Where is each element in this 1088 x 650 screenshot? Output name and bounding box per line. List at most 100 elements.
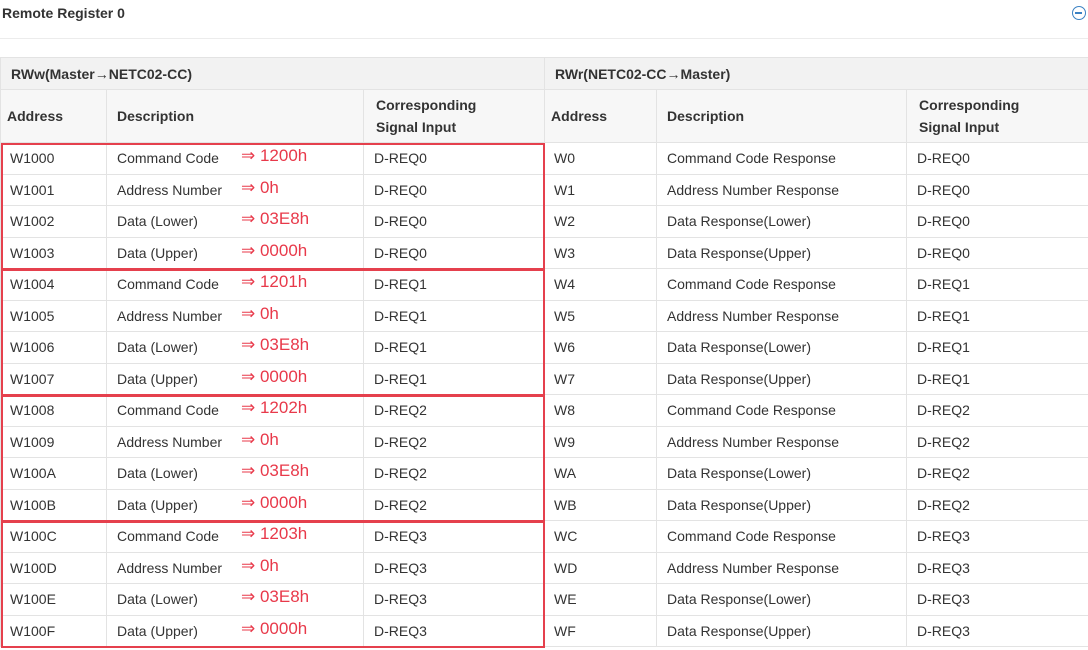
rww-signal-cell: D-REQ1 bbox=[362, 362, 546, 395]
rww-address-cell: W1008 bbox=[0, 394, 107, 427]
rwr-address-cell: W8 bbox=[544, 394, 658, 427]
rww-address-cell: W1005 bbox=[0, 299, 107, 332]
rwr-description-cell: Address Number Response bbox=[656, 425, 908, 458]
rww-signal-cell: D-REQ0 bbox=[362, 142, 546, 175]
table-row: W1006 Data (Lower) ⇒ 03E8h D-REQ1 W6 Data Res… bbox=[0, 331, 1088, 364]
rww-address-cell: W100E bbox=[0, 583, 107, 616]
column-header-description: Description bbox=[106, 89, 364, 143]
rww-description-text: Data (Lower) bbox=[117, 339, 198, 356]
rww-description-cell: Address Number ⇒ 0h bbox=[106, 173, 364, 206]
rwr-address-cell: WA bbox=[544, 457, 658, 490]
table-row: W100A Data (Lower) ⇒ 03E8h D-REQ2 WA Data Res… bbox=[0, 457, 1088, 490]
rwr-description-cell: Address Number Response bbox=[656, 551, 908, 584]
table-row: W1004 Command Code ⇒ 1201h D-REQ1 W4 Command … bbox=[0, 268, 1088, 301]
table-row: W1005 Address Number ⇒ 0h D-REQ1 W5 Address N… bbox=[0, 299, 1088, 332]
value-annotation: ⇒ 0000h bbox=[241, 492, 308, 512]
rwr-signal-cell: D-REQ2 bbox=[906, 394, 1088, 427]
rwr-description-cell: Command Code Response bbox=[656, 142, 908, 175]
rww-address-cell: W1001 bbox=[0, 173, 107, 206]
table-row: W100D Address Number ⇒ 0h D-REQ3 WD Address N… bbox=[0, 551, 1088, 584]
rwr-description-cell: Address Number Response bbox=[656, 173, 908, 206]
minus-circle-icon[interactable] bbox=[1072, 6, 1086, 20]
rww-address-cell: W100D bbox=[0, 551, 107, 584]
rwr-address-cell: W1 bbox=[544, 173, 658, 206]
rww-description-text: Data (Lower) bbox=[117, 465, 198, 482]
rww-address-cell: W1003 bbox=[0, 236, 107, 269]
value-annotation: ⇒ 1201h bbox=[241, 272, 308, 291]
table-row: W1007 Data (Upper) ⇒ 0000h D-REQ1 W7 Data Res… bbox=[0, 362, 1088, 395]
rww-address-cell: W100A bbox=[0, 457, 107, 490]
table-row: W100F Data (Upper) ⇒ 0000h D-REQ3 WF Data Res… bbox=[0, 614, 1088, 647]
signal-header-line1: Corresponding bbox=[919, 97, 1020, 113]
column-header-signal: Corresponding Signal Input bbox=[362, 89, 546, 143]
rww-description-cell: Address Number ⇒ 0h bbox=[106, 551, 364, 584]
rww-signal-cell: D-REQ3 bbox=[362, 551, 546, 584]
rwr-description-cell: Data Response(Lower) bbox=[656, 331, 908, 364]
value-annotation: ⇒ 0h bbox=[241, 429, 279, 449]
rww-address-cell: W1006 bbox=[0, 331, 107, 364]
rwr-address-cell: W9 bbox=[544, 425, 658, 458]
rwr-description-cell: Data Response(Lower) bbox=[656, 457, 908, 490]
value-annotation: ⇒ 1200h bbox=[241, 146, 308, 165]
rwr-description-cell: Data Response(Lower) bbox=[656, 205, 908, 238]
rwr-address-cell: W5 bbox=[544, 299, 658, 332]
rww-description-text: Data (Lower) bbox=[117, 213, 198, 230]
rwr-signal-cell: D-REQ3 bbox=[906, 614, 1088, 647]
table-row: W100B Data (Upper) ⇒ 0000h D-REQ2 WB Data Res… bbox=[0, 488, 1088, 521]
rww-description-cell: Data (Upper) ⇒ 0000h bbox=[106, 488, 364, 521]
rwr-description-cell: Data Response(Upper) bbox=[656, 614, 908, 647]
signal-header-line2: Signal Input bbox=[376, 119, 457, 135]
table-row: W100E Data (Lower) ⇒ 03E8h D-REQ3 WE Data Res… bbox=[0, 583, 1088, 616]
rww-description-cell: Data (Lower) ⇒ 03E8h bbox=[106, 331, 364, 364]
rww-description-cell: Command Code ⇒ 1202h bbox=[106, 394, 364, 427]
rwr-address-cell: W4 bbox=[544, 268, 658, 301]
table-row: W1009 Address Number ⇒ 0h D-REQ2 W9 Address N… bbox=[0, 425, 1088, 458]
rwr-address-cell: WE bbox=[544, 583, 658, 616]
rwr-signal-cell: D-REQ2 bbox=[906, 488, 1088, 521]
rww-address-cell: W100B bbox=[0, 488, 107, 521]
rwr-signal-cell: D-REQ1 bbox=[906, 299, 1088, 332]
rww-description-text: Address Number bbox=[117, 181, 223, 198]
signal-header-line1: Corresponding bbox=[376, 97, 477, 113]
value-annotation: ⇒ 03E8h bbox=[241, 461, 310, 480]
rww-description-text: Address Number bbox=[117, 433, 223, 450]
table-row: W1000 Command Code ⇒ 1200h D-REQ0 W0 Command … bbox=[0, 142, 1088, 175]
rww-signal-cell: D-REQ1 bbox=[362, 331, 546, 364]
rww-description-cell: Data (Upper) ⇒ 0000h bbox=[106, 236, 364, 269]
value-annotation: ⇒ 03E8h bbox=[241, 587, 310, 606]
rwr-description-cell: Data Response(Upper) bbox=[656, 236, 908, 269]
rww-address-cell: W1007 bbox=[0, 362, 107, 395]
rww-description-text: Data (Upper) bbox=[117, 622, 198, 639]
rww-description-cell: Data (Lower) ⇒ 03E8h bbox=[106, 457, 364, 490]
rww-signal-cell: D-REQ3 bbox=[362, 520, 546, 553]
rwr-description-cell: Data Response(Upper) bbox=[656, 362, 908, 395]
value-annotation: ⇒ 0h bbox=[241, 555, 279, 575]
rww-description-cell: Address Number ⇒ 0h bbox=[106, 425, 364, 458]
value-annotation: ⇒ 1202h bbox=[241, 398, 308, 417]
rwr-signal-cell: D-REQ0 bbox=[906, 236, 1088, 269]
rwr-address-cell: W7 bbox=[544, 362, 658, 395]
rwr-description-cell: Data Response(Lower) bbox=[656, 583, 908, 616]
rww-signal-cell: D-REQ0 bbox=[362, 205, 546, 238]
rww-description-cell: Data (Upper) ⇒ 0000h bbox=[106, 362, 364, 395]
rww-address-cell: W1009 bbox=[0, 425, 107, 458]
rww-description-cell: Data (Lower) ⇒ 03E8h bbox=[106, 583, 364, 616]
table-row: W1003 Data (Upper) ⇒ 0000h D-REQ0 W3 Data Res… bbox=[0, 236, 1088, 269]
value-annotation: ⇒ 0000h bbox=[241, 618, 308, 638]
rwr-group-header: RWr(NETC02-CC→Master) bbox=[544, 57, 1088, 90]
column-header-description: Description bbox=[656, 89, 908, 143]
rwr-description-cell: Command Code Response bbox=[656, 520, 908, 553]
rww-description-cell: Address Number ⇒ 0h bbox=[106, 299, 364, 332]
table-row: W1001 Address Number ⇒ 0h D-REQ0 W1 Address N… bbox=[0, 173, 1088, 206]
rww-signal-cell: D-REQ2 bbox=[362, 457, 546, 490]
register-table: RWw(Master→NETC02-CC) RWr(NETC02-CC→Mast… bbox=[0, 57, 1088, 647]
rww-description-cell: Data (Lower) ⇒ 03E8h bbox=[106, 205, 364, 238]
rwr-signal-cell: D-REQ0 bbox=[906, 205, 1088, 238]
rww-address-cell: W100F bbox=[0, 614, 107, 647]
rww-description-text: Data (Lower) bbox=[117, 591, 198, 608]
value-annotation: ⇒ 03E8h bbox=[241, 209, 310, 228]
rwr-signal-cell: D-REQ1 bbox=[906, 331, 1088, 364]
signal-header-line2: Signal Input bbox=[919, 119, 1000, 135]
rwr-address-cell: WB bbox=[544, 488, 658, 521]
rww-description-cell: Command Code ⇒ 1200h bbox=[106, 142, 364, 175]
